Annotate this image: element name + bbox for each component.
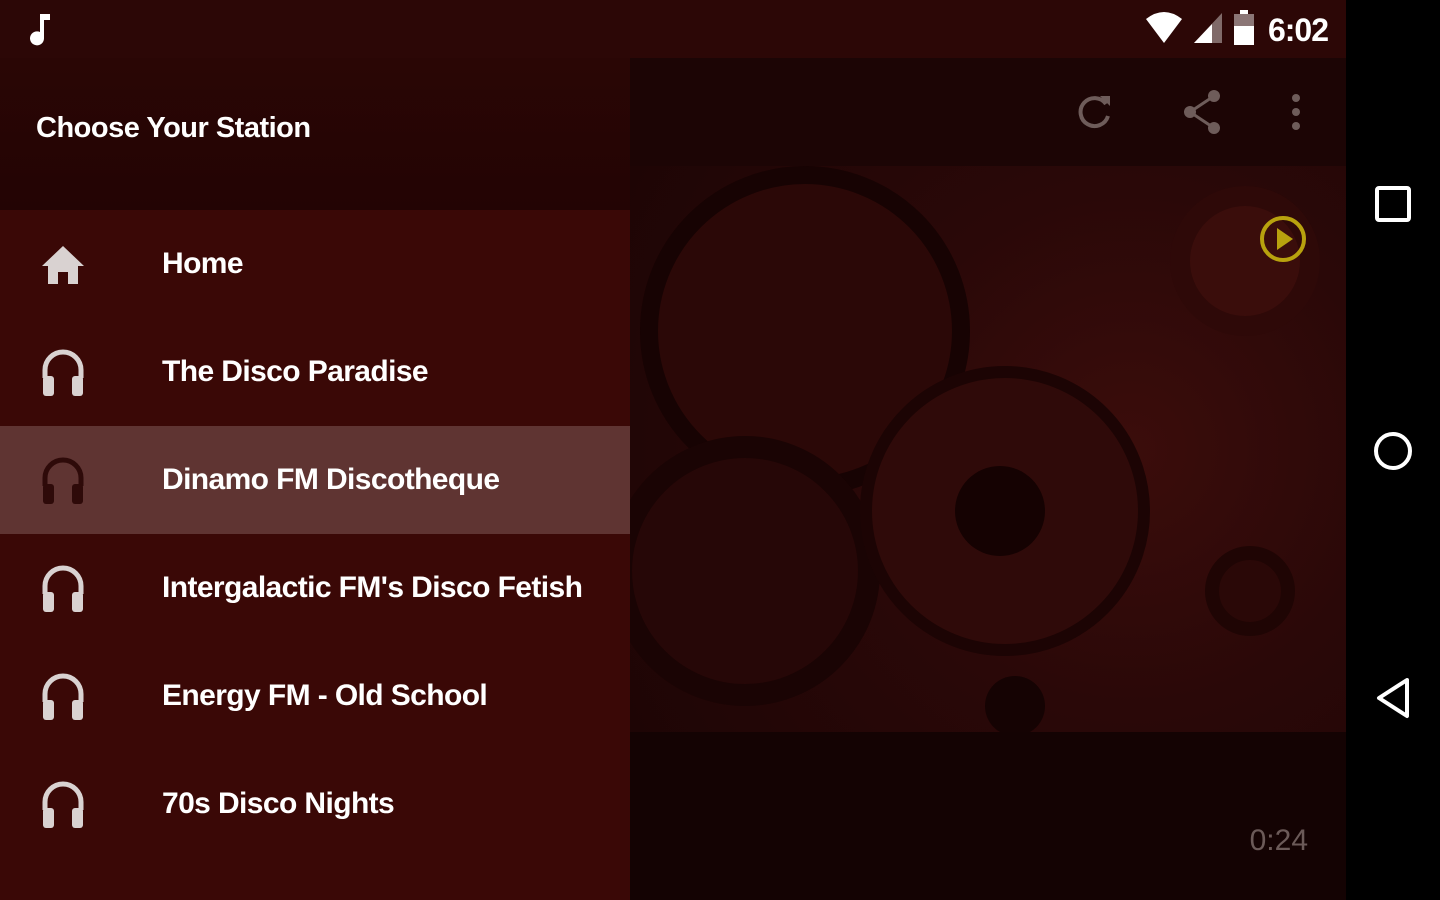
headphones-icon [38,780,88,830]
elapsed-time: 0:24 [1249,824,1308,857]
status-clock: 6:02 [1267,11,1329,48]
music-note-icon [28,12,54,51]
drawer-title: Choose Your Station [36,112,311,144]
signal-icon [1192,11,1224,50]
play-circle-icon[interactable] [1258,214,1308,269]
back-button[interactable] [1369,674,1417,722]
player-controls-area: 0:24 [630,732,1346,900]
menu-item-label: 70s Disco Nights [162,787,395,820]
menu-item-station[interactable]: Intergalactic FM's Disco Fetish [0,534,630,642]
station-list: Home The Disco Paradise Dinamo FM Discot… [0,210,630,858]
menu-item-label: Intergalactic FM's Disco Fetish [162,571,583,604]
menu-item-station-selected[interactable]: Dinamo FM Discotheque [0,426,630,534]
menu-item-station[interactable]: Energy FM - Old School [0,642,630,750]
menu-item-label: The Disco Paradise [162,355,429,388]
headphones-icon [38,348,88,398]
more-vert-icon[interactable] [1272,88,1320,136]
menu-item-label: Dinamo FM Discotheque [162,463,500,496]
refresh-icon[interactable] [1070,88,1118,136]
station-artwork [630,166,1346,732]
recents-button[interactable] [1369,180,1417,228]
battery-icon [1232,9,1256,51]
headphones-icon [38,672,88,722]
drawer-header: Choose Your Station [0,58,630,210]
wifi-icon [1144,11,1184,50]
navigation-drawer: Choose Your Station Home The Disco Parad… [0,58,630,900]
headphones-icon [38,456,88,506]
status-bar: 6:02 [0,0,1346,58]
home-button[interactable] [1369,427,1417,475]
menu-item-station[interactable]: The Disco Paradise [0,318,630,426]
app-toolbar [630,58,1346,166]
share-icon[interactable] [1178,88,1226,136]
menu-item-label: Energy FM - Old School [162,679,488,712]
system-nav-bar [1346,0,1440,900]
home-icon [38,240,88,290]
menu-item-label: Home [162,247,244,280]
menu-item-station[interactable]: 70s Disco Nights [0,750,630,858]
headphones-icon [38,564,88,614]
menu-item-home[interactable]: Home [0,210,630,318]
